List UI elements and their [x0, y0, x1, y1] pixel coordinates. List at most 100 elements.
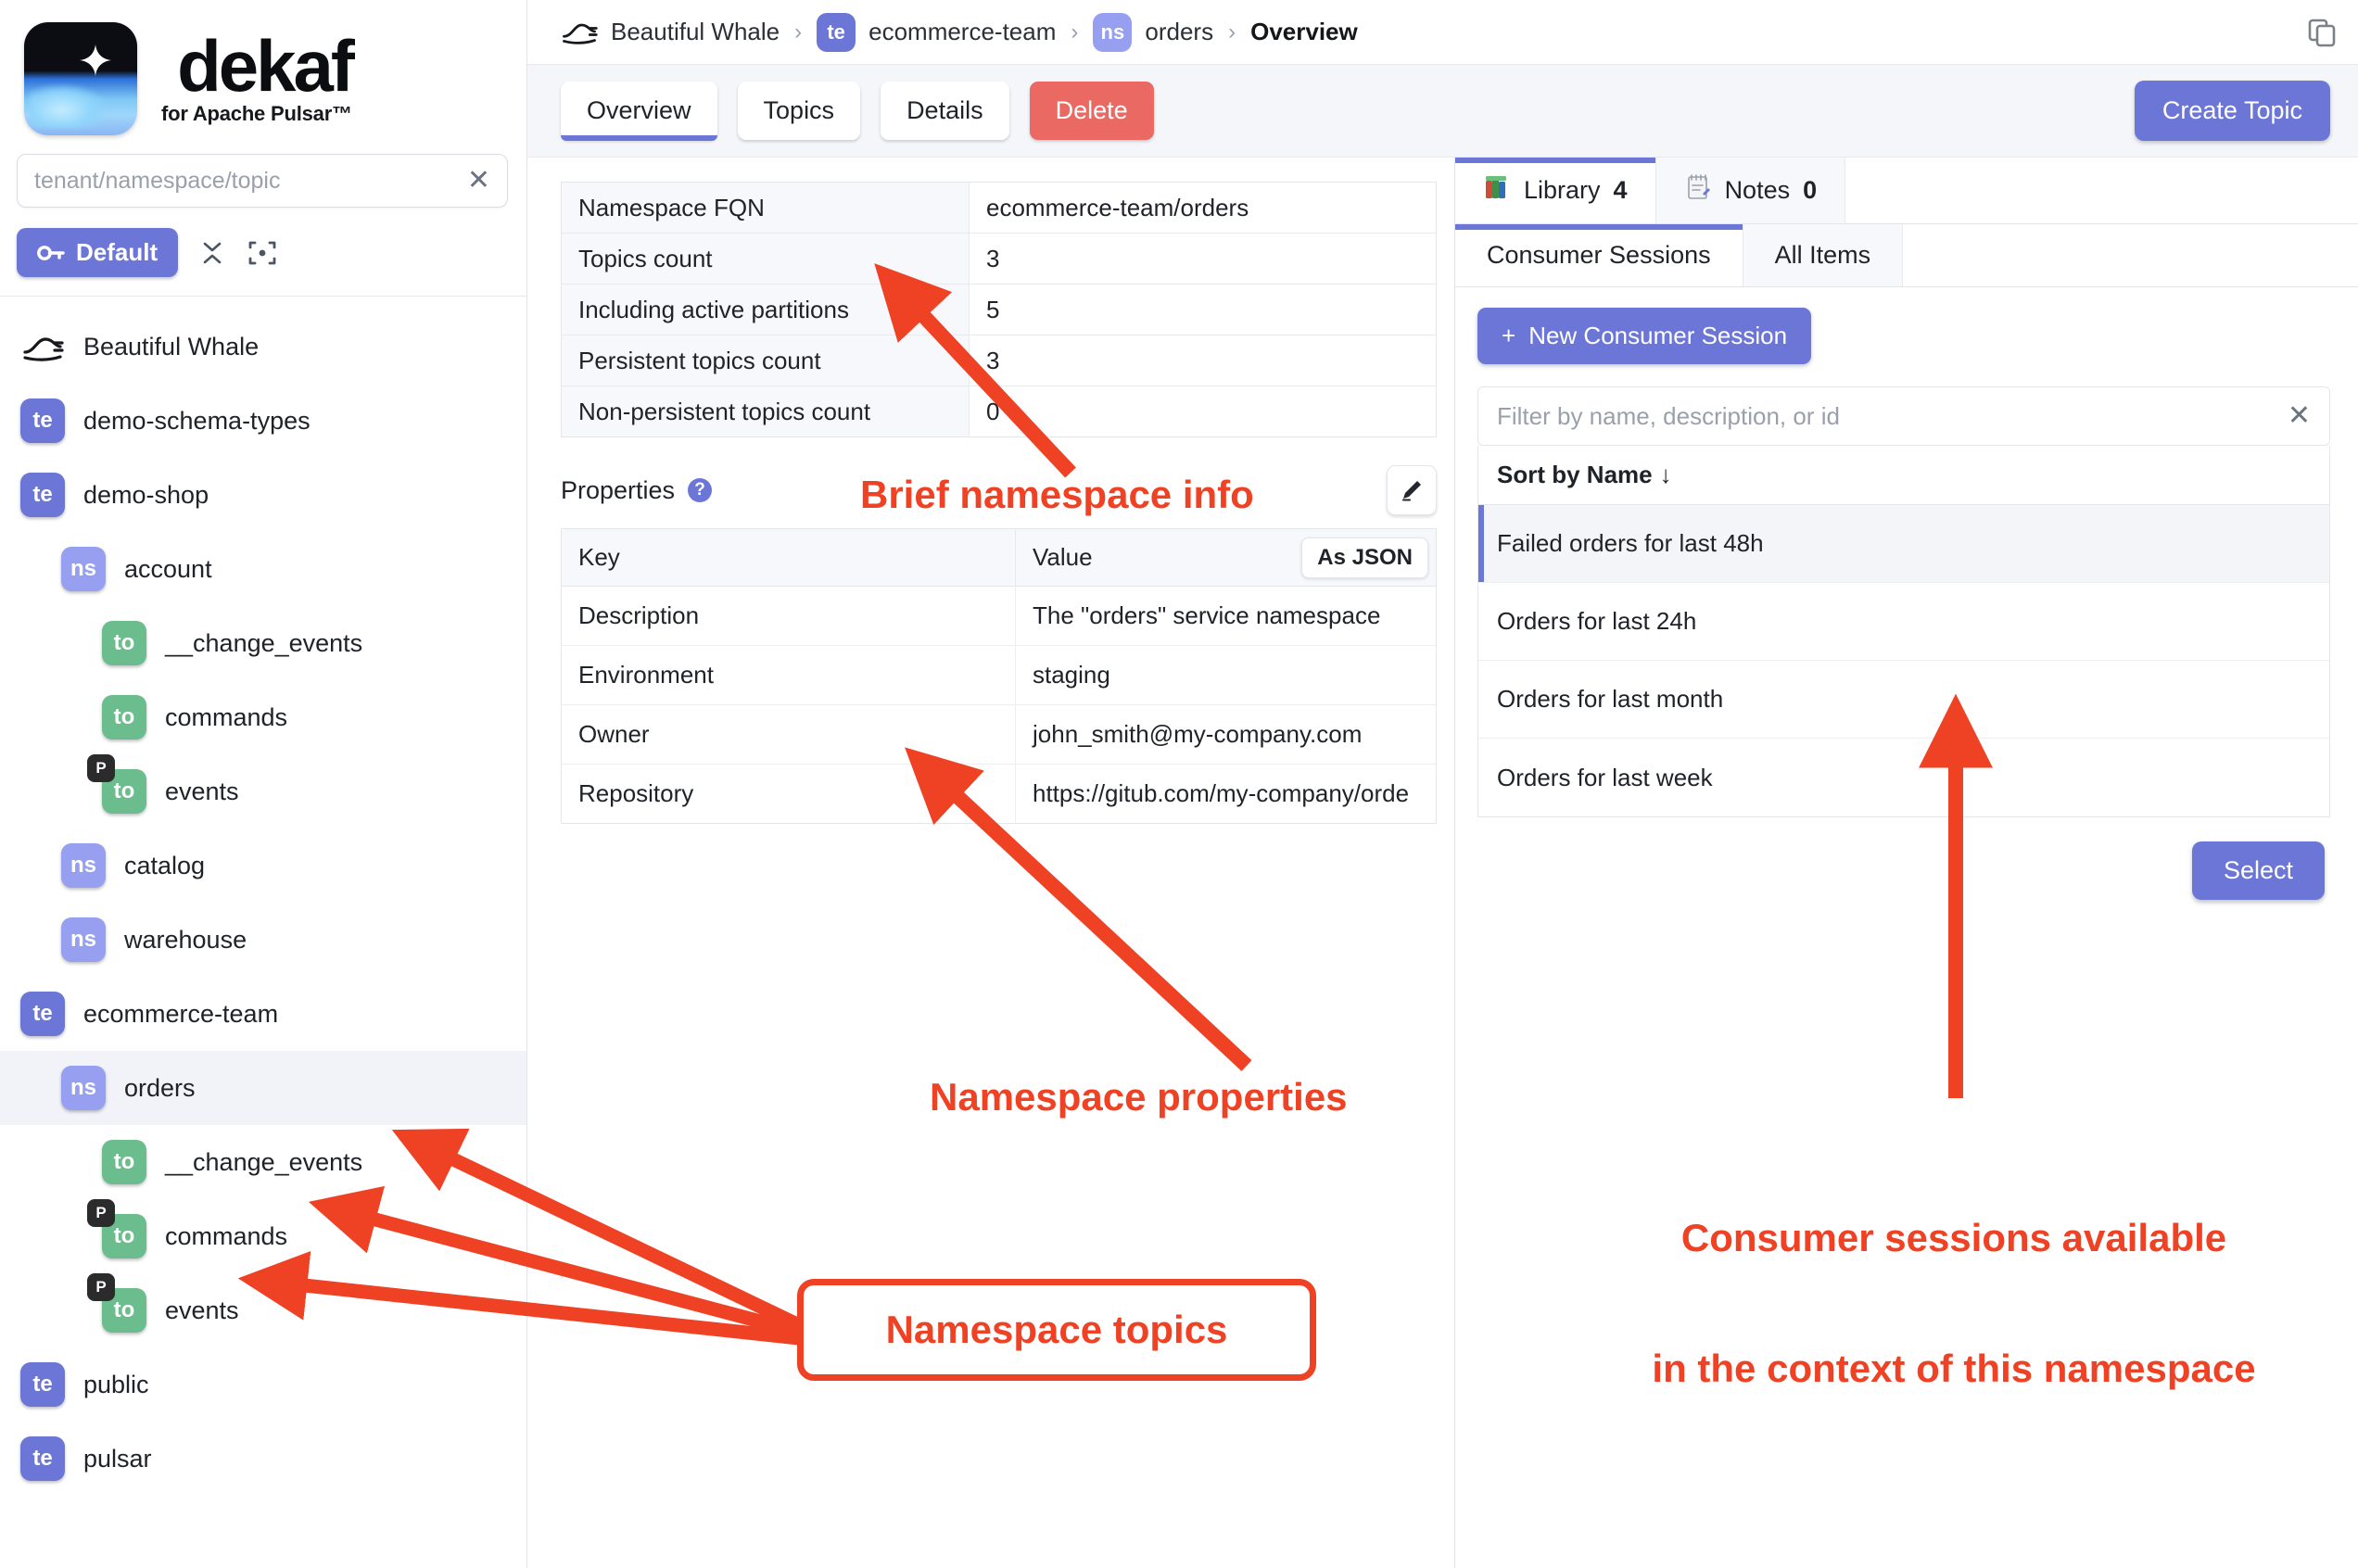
resource-tree: Beautiful Whale te demo-schema-types te demo…: [0, 297, 526, 1568]
tree-item-change-events[interactable]: to __change_events: [0, 1125, 526, 1199]
namespace-info-row: Including active partitions 5: [561, 284, 1437, 335]
property-key: Description: [561, 586, 1016, 646]
tree-item-label: account: [124, 554, 212, 583]
breadcrumb-badge-icon: ns: [1093, 12, 1133, 52]
delete-button[interactable]: Delete: [1029, 82, 1154, 140]
create-topic-button[interactable]: Create Topic: [2134, 81, 2330, 141]
tab-details[interactable]: Details: [881, 82, 1009, 140]
namespace-info-row: Persistent topics count 3: [561, 335, 1437, 386]
namespace-info-table: Namespace FQN ecommerce-team/orders Topics…: [561, 182, 1437, 437]
edit-properties-button[interactable]: [1387, 465, 1437, 515]
library-filter-input[interactable]: [1497, 401, 2280, 431]
top-bar: Beautiful Whale › te ecommerce-team › ns order…: [527, 0, 2358, 65]
default-connection-button[interactable]: Default: [17, 228, 179, 277]
breadcrumb-label: orders: [1145, 18, 1214, 45]
breadcrumb-separator: ›: [1071, 19, 1079, 44]
sparkle-icon: [79, 44, 112, 77]
tree-item-commands[interactable]: to commands: [0, 680, 526, 754]
tree-item-demo-schema-types[interactable]: te demo-schema-types: [0, 384, 526, 458]
tenant-badge-icon: te: [20, 398, 65, 443]
tree-item-label: __change_events: [165, 1147, 363, 1176]
tab-notes[interactable]: Notes 0: [1655, 158, 1846, 223]
topic-badge-icon: Pto: [87, 1199, 146, 1258]
as-json-button[interactable]: As JSON: [1301, 537, 1428, 578]
tree-item-beautiful-whale[interactable]: Beautiful Whale: [0, 310, 526, 384]
tab-library-label: Library: [1524, 176, 1601, 204]
info-value: 5: [969, 284, 1437, 335]
tab-topics[interactable]: Topics: [737, 82, 861, 140]
subtab-consumer-sessions[interactable]: Consumer Sessions: [1455, 224, 1743, 286]
properties-col-value-label: Value: [1033, 543, 1093, 571]
new-consumer-session-button[interactable]: + New Consumer Session: [1477, 308, 1812, 364]
property-value: staging: [1015, 645, 1437, 705]
search-input[interactable]: [34, 167, 460, 195]
app-root: dekaf for Apache Pulsar™ ✕ Default: [0, 0, 2358, 1568]
tab-library[interactable]: Library 4: [1455, 158, 1656, 223]
tree-item-label: Beautiful Whale: [83, 332, 260, 360]
tree-item-warehouse[interactable]: ns warehouse: [0, 903, 526, 977]
namespace-info-row: Non-persistent topics count 0: [561, 386, 1437, 437]
tree-item-pulsar[interactable]: te pulsar: [0, 1422, 526, 1496]
tenant-badge-icon: te: [20, 1436, 65, 1481]
tree-item-change-events[interactable]: to __change_events: [0, 606, 526, 680]
tree-item-demo-shop[interactable]: te demo-shop: [0, 458, 526, 532]
library-subtabs-filler: [1903, 224, 2358, 286]
tree-item-events[interactable]: Pto events: [0, 1273, 526, 1347]
namespace-badge-icon: ns: [61, 547, 106, 591]
locate-icon[interactable]: [247, 237, 278, 269]
properties-title: Properties: [561, 475, 676, 504]
property-value: https://gitub.com/my-company/orde: [1033, 779, 1410, 807]
copy-icon[interactable]: [2306, 17, 2338, 48]
breadcrumb-label: Overview: [1250, 18, 1358, 45]
tree-item-account[interactable]: ns account: [0, 532, 526, 606]
key-icon: [37, 245, 65, 260]
tree-item-commands[interactable]: Pto commands: [0, 1199, 526, 1273]
tree-item-label: orders: [124, 1073, 196, 1102]
arrow-down-icon: ↓: [1659, 461, 1672, 488]
tree-item-label: catalog: [124, 851, 206, 879]
library-filter-box[interactable]: ✕: [1477, 386, 2330, 446]
breadcrumb-item-orders[interactable]: ns orders: [1093, 12, 1214, 52]
clear-search-icon[interactable]: ✕: [460, 167, 490, 195]
main-area: Beautiful Whale › te ecommerce-team › ns order…: [527, 0, 2358, 1568]
property-value: The "orders" service namespace: [1015, 586, 1437, 646]
info-key: Namespace FQN: [561, 182, 970, 234]
list-item[interactable]: Orders for last 24h: [1478, 583, 2329, 661]
clear-filter-icon[interactable]: ✕: [2280, 402, 2311, 430]
select-button[interactable]: Select: [2191, 841, 2325, 900]
overview-pane: Namespace FQN ecommerce-team/orders Topics…: [527, 158, 1454, 1568]
tree-item-catalog[interactable]: ns catalog: [0, 828, 526, 903]
info-value: 0: [969, 386, 1437, 437]
breadcrumb-item-ecommerce-team[interactable]: te ecommerce-team: [817, 12, 1056, 52]
sort-by-name-button[interactable]: Sort by Name ↓: [1477, 446, 2330, 505]
tree-item-orders[interactable]: ns orders: [0, 1051, 526, 1125]
tree-item-ecommerce-team[interactable]: te ecommerce-team: [0, 977, 526, 1051]
list-item[interactable]: Failed orders for last 48h: [1478, 505, 2329, 583]
breadcrumb-item-overview[interactable]: Overview: [1250, 18, 1358, 46]
library-panel: Library 4 Notes 0 Consumer Sessions All …: [1454, 158, 2358, 1568]
tab-notes-label: Notes: [1724, 176, 1791, 204]
sidebar-search-box[interactable]: ✕: [17, 154, 508, 208]
consumer-session-list: Failed orders for last 48h Orders for las…: [1477, 505, 2330, 817]
breadcrumb: Beautiful Whale › te ecommerce-team › ns order…: [561, 12, 1358, 52]
tree-item-events[interactable]: Pto events: [0, 754, 526, 828]
tenant-badge-icon: te: [20, 473, 65, 517]
action-toolbar: Overview Topics Details Delete Create To…: [527, 65, 2358, 158]
whale-icon: [20, 328, 65, 365]
subtab-all-items[interactable]: All Items: [1743, 224, 1904, 286]
breadcrumb-item-beautiful-whale[interactable]: Beautiful Whale: [561, 17, 780, 48]
library-body: + New Consumer Session ✕ Sort by Name ↓ …: [1455, 287, 2358, 900]
tree-item-label: commands: [165, 1221, 288, 1250]
tab-overview[interactable]: Overview: [561, 82, 717, 141]
list-item[interactable]: Orders for last week: [1478, 739, 2329, 816]
tree-item-public[interactable]: te public: [0, 1347, 526, 1422]
collapse-all-icon[interactable]: [198, 237, 226, 269]
tree-item-label: pulsar: [83, 1444, 152, 1473]
help-icon[interactable]: ?: [688, 478, 713, 502]
namespace-info-row: Namespace FQN ecommerce-team/orders: [561, 182, 1437, 234]
breadcrumb-separator: ›: [1228, 19, 1236, 44]
list-item[interactable]: Orders for last month: [1478, 661, 2329, 739]
tree-item-label: commands: [165, 702, 288, 731]
info-key: Topics count: [561, 233, 970, 285]
tree-item-label: __change_events: [165, 628, 363, 657]
